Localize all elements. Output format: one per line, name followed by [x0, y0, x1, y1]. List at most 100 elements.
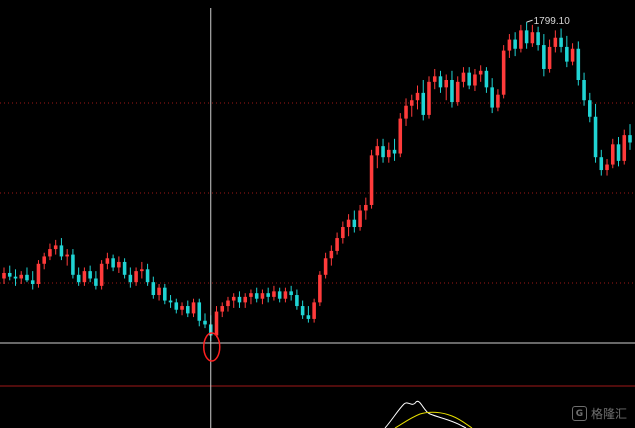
candle-body [387, 149, 391, 158]
candle-body [513, 39, 517, 49]
candle-body [191, 302, 196, 314]
low-marker-circle [203, 332, 221, 362]
candle-body [358, 210, 362, 228]
candle-body [404, 105, 408, 119]
candle-body [450, 80, 454, 103]
watermark: G 格隆汇 [571, 405, 627, 422]
candle-body [415, 92, 420, 101]
candle-body [375, 146, 380, 156]
candle-body [547, 46, 552, 69]
candle-body [214, 311, 219, 336]
candle-body [145, 269, 150, 283]
candle-body [335, 238, 339, 251]
candle-body [42, 256, 46, 264]
candle-body [582, 80, 586, 101]
candle-body [438, 76, 443, 88]
candle-body [99, 263, 104, 286]
candle-body [249, 293, 253, 297]
candle-body [622, 135, 627, 161]
watermark-logo-icon: G [571, 406, 587, 421]
candle-body [352, 219, 357, 228]
candle-body [254, 293, 259, 299]
candle-body [432, 76, 437, 82]
candle-body [530, 32, 535, 44]
candle-body [105, 258, 110, 264]
candle-body [111, 258, 115, 268]
indicator-line-white [384, 400, 467, 428]
candle-body [295, 295, 299, 307]
candle-body [283, 291, 288, 299]
candle-body [36, 263, 41, 284]
candle-body [392, 149, 397, 154]
candle-body [180, 306, 184, 310]
candle-body [19, 274, 24, 279]
max-annotation-pointer [526, 19, 533, 23]
candle-body [565, 46, 569, 62]
candle-body [174, 302, 179, 310]
candle-body [88, 271, 92, 279]
candle-body [570, 48, 575, 62]
candle-body [140, 269, 144, 272]
candle-body [168, 300, 173, 303]
candle-body [519, 30, 523, 49]
candle-body [593, 116, 598, 158]
candle-body [237, 296, 242, 303]
candle-body [524, 30, 529, 44]
candle-body [134, 271, 138, 283]
candle-body [427, 81, 431, 115]
candle-body [542, 45, 546, 69]
candle-body [341, 227, 345, 239]
candle-body [151, 282, 156, 296]
candle-body [312, 302, 316, 319]
candle-body [605, 164, 609, 171]
candle-body [616, 144, 621, 161]
candle-body [323, 258, 328, 275]
watermark-text: 格隆汇 [590, 407, 627, 421]
candle-body [117, 261, 121, 268]
max-price-label: 1799.10 [534, 16, 571, 27]
candle-body [243, 296, 247, 303]
candle-body [272, 291, 276, 297]
candle-body [7, 272, 12, 277]
candle-body [490, 87, 494, 108]
candle-body [346, 219, 351, 228]
candle-body [30, 280, 35, 284]
candle-body [455, 81, 460, 103]
candle-body [260, 293, 265, 299]
candle-body [318, 274, 322, 303]
candle-body [59, 245, 64, 257]
candle-body [128, 274, 133, 283]
candle-body [65, 254, 69, 257]
candle-body [478, 70, 483, 75]
candle-body [231, 296, 236, 301]
candle-body [76, 274, 81, 283]
candle-body [94, 278, 98, 286]
candle-body [444, 80, 449, 88]
candle-body [185, 306, 190, 314]
candle-body [25, 274, 29, 281]
candle-body [599, 157, 604, 171]
candle-body [553, 37, 558, 47]
candle-body [122, 261, 127, 275]
candle-body [364, 204, 368, 211]
candlestick-chart: 1799.10 [0, 8, 635, 428]
chart-stage: 1799.10 G 格隆汇 [0, 0, 635, 428]
candle-body [13, 276, 18, 279]
candle-body [381, 146, 385, 158]
candle-body [197, 302, 202, 321]
candle-body [398, 118, 403, 154]
candle-body [329, 250, 334, 259]
candle-body [461, 72, 466, 82]
candle-body [53, 245, 58, 250]
candle-body [536, 32, 540, 46]
candle-body [71, 254, 75, 275]
candle-body [496, 94, 500, 108]
candle-body [220, 306, 225, 312]
candle-body [507, 39, 512, 51]
candle-body [82, 271, 87, 283]
candle-body [2, 272, 6, 279]
candle-body [576, 48, 581, 80]
candle-body [306, 315, 311, 319]
candle-body [421, 92, 426, 115]
candle-body [559, 37, 563, 47]
